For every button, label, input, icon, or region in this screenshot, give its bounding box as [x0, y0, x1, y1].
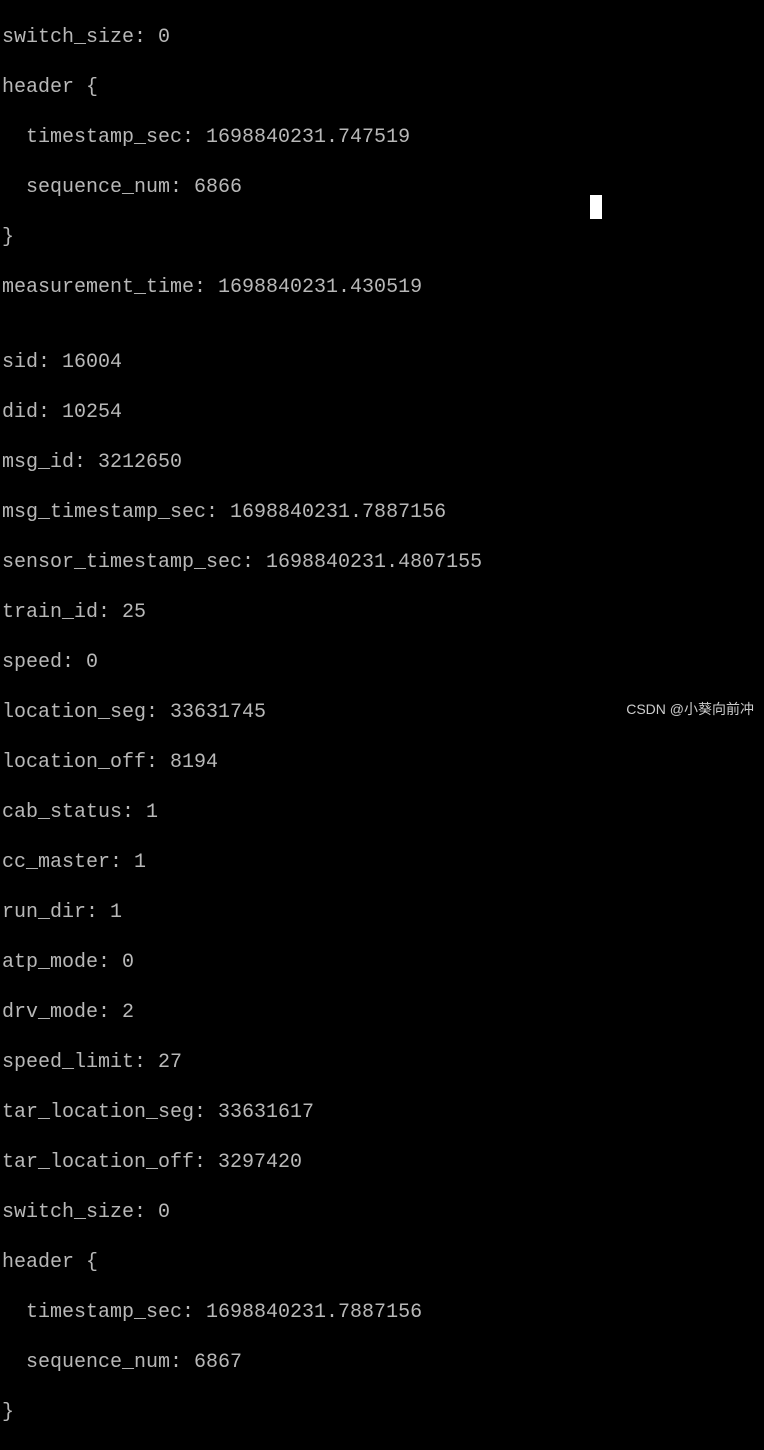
output-line: cc_master: 1	[2, 850, 762, 875]
output-line: train_id: 25	[2, 600, 762, 625]
output-line: header {	[2, 1250, 762, 1275]
output-line: run_dir: 1	[2, 900, 762, 925]
output-line: location_off: 8194	[2, 750, 762, 775]
output-line: msg_id: 3212650	[2, 450, 762, 475]
output-line: atp_mode: 0	[2, 950, 762, 975]
output-line: }	[2, 225, 762, 250]
output-line: msg_timestamp_sec: 1698840231.7887156	[2, 500, 762, 525]
output-line: drv_mode: 2	[2, 1000, 762, 1025]
output-line: speed_limit: 27	[2, 1050, 762, 1075]
output-line: tar_location_off: 3297420	[2, 1150, 762, 1175]
output-line: header {	[2, 75, 762, 100]
output-line: did: 10254	[2, 400, 762, 425]
terminal-cursor	[590, 195, 602, 219]
output-line: sequence_num: 6867	[2, 1350, 762, 1375]
output-line: measurement_time: 1698840231.430519	[2, 275, 762, 300]
output-line: timestamp_sec: 1698840231.747519	[2, 125, 762, 150]
output-line: sensor_timestamp_sec: 1698840231.4807155	[2, 550, 762, 575]
output-line: cab_status: 1	[2, 800, 762, 825]
output-line: speed: 0	[2, 650, 762, 675]
output-line: timestamp_sec: 1698840231.7887156	[2, 1300, 762, 1325]
output-line: }	[2, 1400, 762, 1425]
watermark-text: CSDN @小葵向前冲	[626, 701, 754, 719]
output-line: switch_size: 0	[2, 1200, 762, 1225]
output-line: switch_size: 0	[2, 25, 762, 50]
output-line: sequence_num: 6866	[2, 175, 762, 200]
output-line: tar_location_seg: 33631617	[2, 1100, 762, 1125]
terminal-output: switch_size: 0 header { timestamp_sec: 1…	[0, 0, 764, 1450]
output-line: sid: 16004	[2, 350, 762, 375]
